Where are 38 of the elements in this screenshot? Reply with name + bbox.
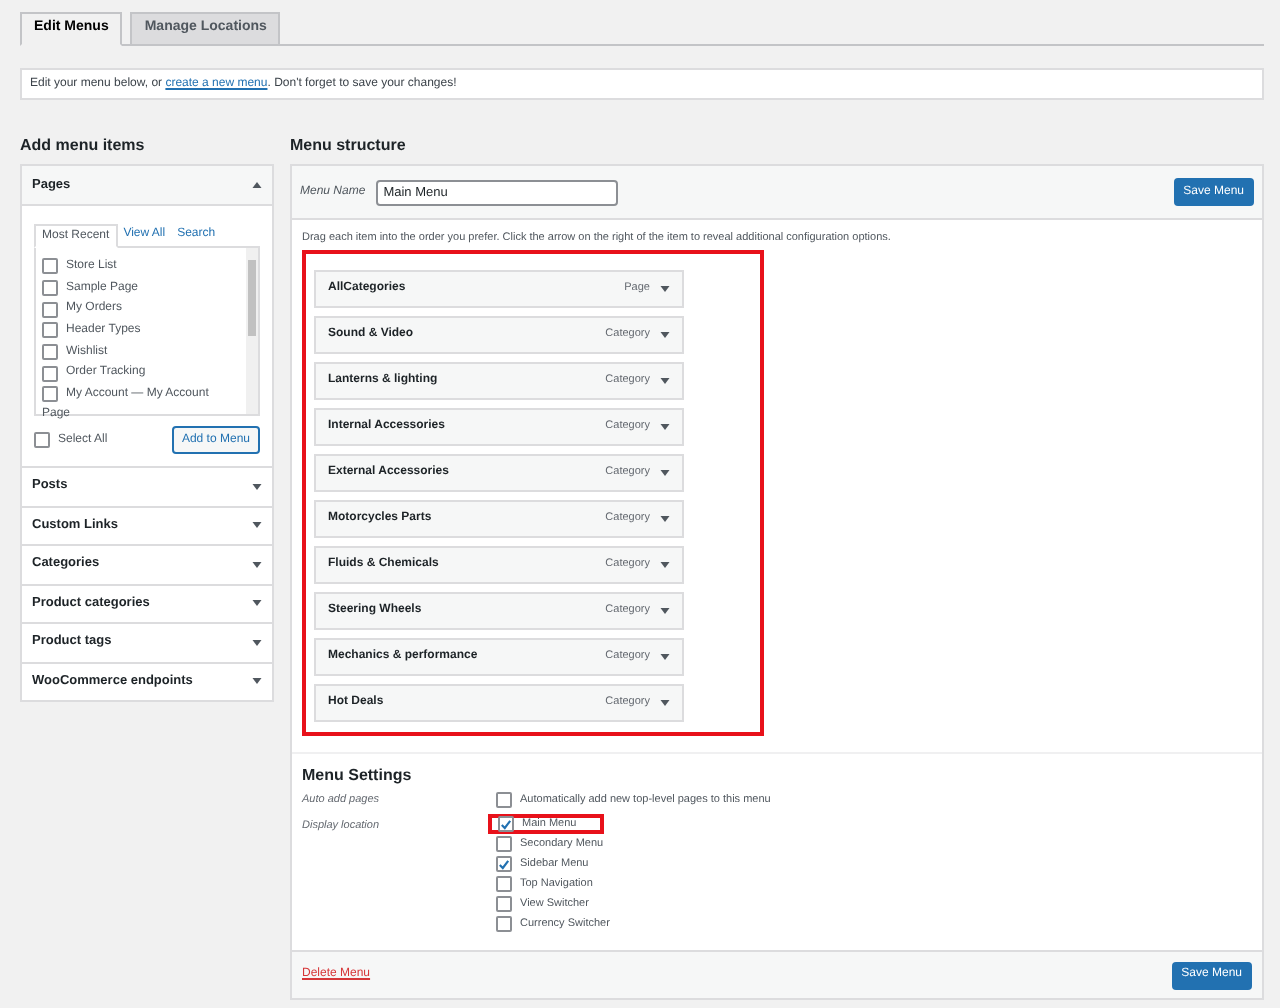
- checkbox[interactable]: [496, 856, 512, 873]
- checkbox[interactable]: [42, 258, 58, 275]
- checkbox[interactable]: [496, 836, 512, 853]
- caret-down-icon: [660, 286, 670, 292]
- checkbox[interactable]: [496, 792, 512, 809]
- caret-down-icon: [660, 378, 670, 384]
- caret-down-icon: [660, 470, 670, 476]
- caret-down-icon: [252, 678, 262, 685]
- caret-down-icon: [660, 332, 670, 338]
- checkbox[interactable]: [42, 365, 58, 382]
- checkmark-icon: [498, 857, 510, 872]
- checkbox[interactable]: [496, 896, 512, 913]
- caret-down-icon: [252, 483, 262, 490]
- caret-down-icon: [252, 522, 262, 529]
- settings-heading: Menu Settings: [302, 764, 414, 788]
- checkbox[interactable]: [42, 386, 58, 403]
- checkmark-icon: [500, 817, 512, 832]
- checkbox[interactable]: [34, 432, 50, 448]
- caret-down-icon: [660, 562, 670, 568]
- caret-up-icon: [252, 182, 262, 188]
- caret-down-icon: [252, 639, 262, 646]
- checkbox[interactable]: [42, 301, 58, 318]
- checkbox[interactable]: [42, 344, 58, 361]
- checkbox[interactable]: [496, 916, 512, 933]
- section-heading: Menu structure: [290, 136, 408, 156]
- caret-down-icon: [660, 700, 670, 706]
- caret-down-icon: [252, 561, 262, 568]
- scrollbar[interactable]: [246, 248, 258, 414]
- caret-down-icon: [252, 600, 262, 607]
- checkbox[interactable]: [498, 816, 514, 833]
- caret-down-icon: [660, 654, 670, 660]
- checkbox[interactable]: [42, 322, 58, 339]
- checkbox[interactable]: [496, 876, 512, 893]
- caret-down-icon: [660, 516, 670, 522]
- checkbox[interactable]: [42, 280, 58, 297]
- caret-down-icon: [660, 424, 670, 430]
- section-heading: Add menu items: [20, 136, 147, 156]
- caret-down-icon: [660, 608, 670, 614]
